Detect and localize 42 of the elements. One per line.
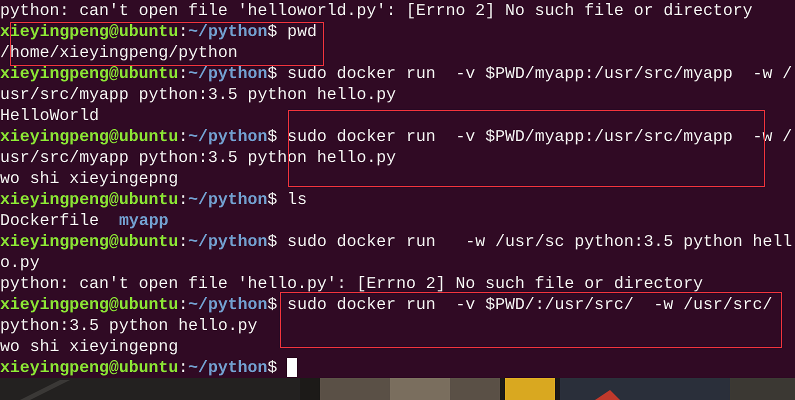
output-text: usr/src/myapp python:3.5 python hello.py [0, 84, 396, 105]
prompt-user-host: xieyingpeng@ubuntu [0, 294, 178, 315]
prompt-path: ~/python [188, 21, 268, 42]
command-text: pwd [286, 21, 317, 42]
prompt-separator: : [178, 231, 188, 252]
prompt-sign: $ [267, 231, 278, 252]
prompt-user-host: xieyingpeng@ubuntu [0, 63, 178, 84]
command-text: sudo docker run -v $PWD/:/usr/src/ -w /usr/src/ [286, 294, 772, 315]
output-text: python: can't open file 'helloworld.py': [Errno 2] No such file or directory [0, 0, 753, 21]
output-text: o.py [0, 252, 40, 273]
prompt-sign: $ [267, 21, 278, 42]
prompt-path: ~/python [188, 63, 268, 84]
command-text: ls [286, 189, 307, 210]
prompt-sign: $ [267, 357, 278, 378]
command-text: sudo docker run -w /usr/sc python:3.5 python hell [286, 231, 792, 252]
prompt-sign: $ [267, 126, 278, 147]
prompt-separator: : [178, 294, 188, 315]
output-text: HelloWorld [0, 105, 100, 126]
prompt-user-host: xieyingpeng@ubuntu [0, 357, 178, 378]
output-text: python: can't open file 'hello.py': [Errno 2] No such file or directory [0, 273, 704, 294]
prompt-sign: $ [267, 189, 278, 210]
prompt-separator: : [178, 357, 188, 378]
command-text: sudo docker run -v $PWD/myapp:/usr/src/myapp -w / [286, 63, 792, 84]
prompt-path: ~/python [188, 294, 268, 315]
output-text: wo shi xieyingepng [0, 336, 178, 357]
prompt-separator: : [178, 63, 188, 84]
directory-name: myapp [119, 210, 169, 231]
prompt-separator: : [178, 189, 188, 210]
prompt-user-host: xieyingpeng@ubuntu [0, 126, 178, 147]
prompt-sign: $ [267, 294, 278, 315]
prompt-path: ~/python [188, 126, 268, 147]
output-text: wo shi xieyingepng [0, 168, 178, 189]
prompt-separator: : [178, 126, 188, 147]
prompt-user-host: xieyingpeng@ubuntu [0, 231, 178, 252]
prompt-user-host: xieyingpeng@ubuntu [0, 189, 178, 210]
prompt-path: ~/python [188, 189, 268, 210]
output-text: python:3.5 python hello.py [0, 315, 258, 336]
prompt-path: ~/python [188, 231, 268, 252]
prompt-sign: $ [267, 63, 278, 84]
file-name: Dockerfile [0, 210, 100, 231]
prompt-separator: : [178, 21, 188, 42]
prompt-path: ~/python [188, 357, 268, 378]
